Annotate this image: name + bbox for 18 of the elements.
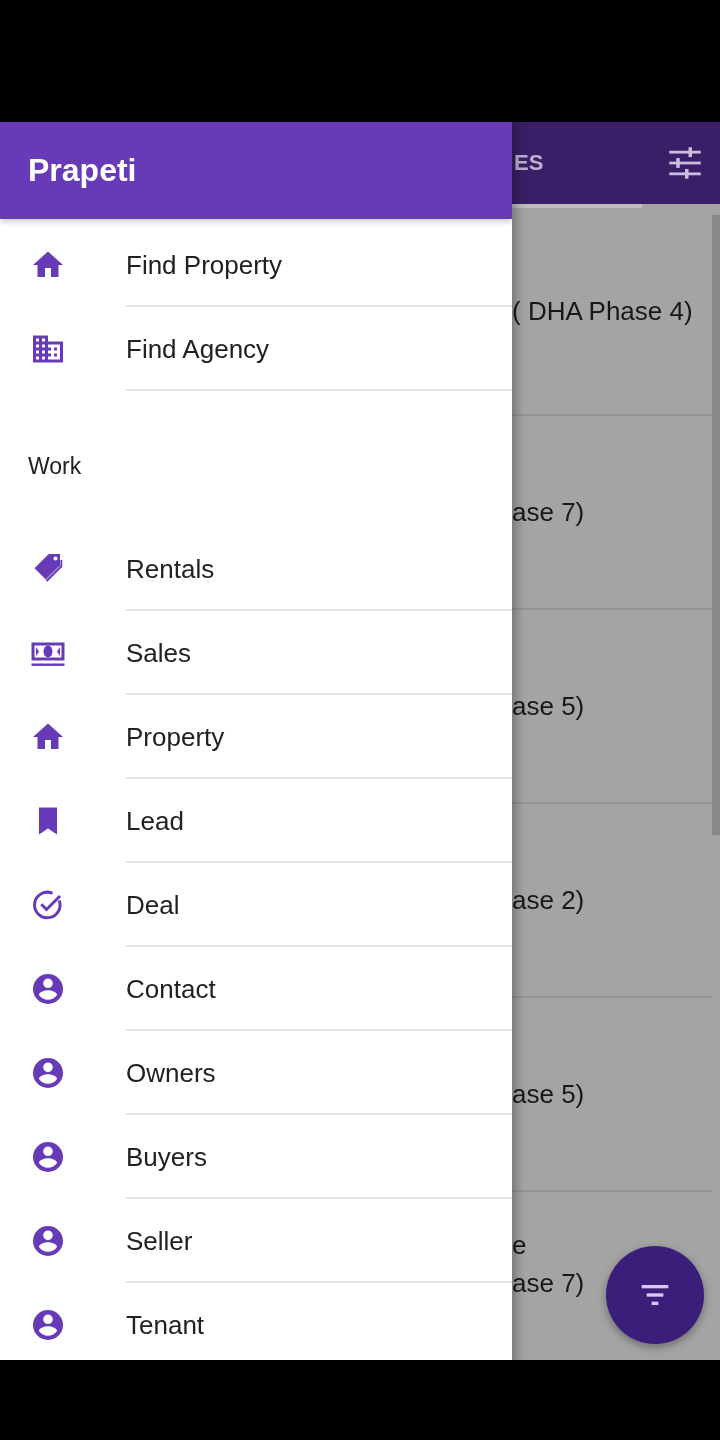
app-title: Prapeti (28, 152, 137, 189)
listing-address: ase 2) (512, 884, 585, 916)
person-icon (30, 1223, 66, 1259)
listing-address: e (512, 1229, 527, 1262)
listing-address: ase 7) (512, 496, 585, 528)
tab[interactable]: ES (514, 150, 544, 176)
listing-address: ase 5) (512, 1078, 585, 1110)
listing-address: ( DHA Phase 4) (512, 295, 693, 327)
listing-address: ase 5) (512, 690, 585, 722)
section-heading: Work (27, 451, 83, 481)
person-icon (30, 971, 66, 1007)
scrollbar[interactable] (712, 215, 720, 835)
person-icon (30, 1307, 66, 1343)
filter-button[interactable] (606, 1246, 704, 1344)
listing-card[interactable]: ase 5) (512, 998, 712, 1192)
person-icon (30, 1139, 66, 1175)
person-icon (30, 1055, 66, 1091)
listing-address: ase 7) (512, 1267, 585, 1300)
